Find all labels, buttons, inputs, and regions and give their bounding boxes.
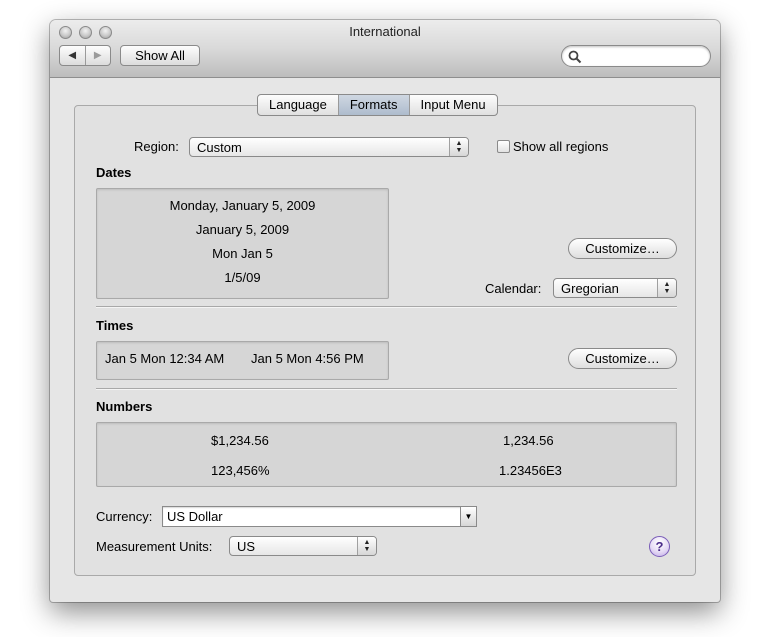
show-all-button[interactable]: Show All (120, 45, 200, 66)
dates-preview: Monday, January 5, 2009 January 5, 2009 … (96, 188, 389, 299)
popup-arrows-icon: ▲ ▼ (357, 537, 376, 555)
calendar-label: Calendar: (485, 281, 542, 296)
scientific-example: 1.23456E3 (499, 463, 562, 478)
tab-bar: Language Formats Input Menu (257, 94, 498, 116)
date-example-short-text: Mon Jan 5 (212, 246, 273, 261)
region-value: Custom (197, 140, 242, 155)
preferences-window: International ◀ ▶ Show All Language Form… (50, 20, 720, 602)
numbers-preview: $1,234.56 1,234.56 123,456% 1.23456E3 (96, 422, 677, 487)
tab-input-menu[interactable]: Input Menu (410, 95, 497, 115)
help-button[interactable]: ? (649, 536, 670, 557)
numbers-heading: Numbers (96, 399, 153, 414)
percent-example: 123,456% (211, 463, 270, 478)
time-example-medium: Jan 5 Mon 4:56 PM (251, 351, 364, 366)
popup-arrows-icon: ▲ ▼ (449, 138, 468, 156)
forward-arrow-icon: ▶ (93, 50, 102, 61)
times-customize-button[interactable]: Customize… (568, 348, 677, 369)
tab-language[interactable]: Language (258, 95, 339, 115)
popup-arrows-icon: ▲ ▼ (657, 279, 676, 297)
dates-heading: Dates (96, 165, 132, 180)
show-all-regions-checkbox[interactable] (497, 140, 510, 153)
measurement-label: Measurement Units: (96, 539, 213, 554)
time-example-short: Jan 5 Mon 12:34 AM (105, 351, 225, 366)
window-title: International (349, 24, 421, 39)
currency-combo[interactable]: US Dollar ▼ (162, 506, 477, 527)
show-all-regions-label: Show all regions (513, 139, 609, 154)
calendar-value: Gregorian (561, 281, 619, 296)
currency-value: US Dollar (167, 509, 223, 524)
region-popup[interactable]: Custom ▲ ▼ (189, 137, 469, 157)
forward-button[interactable]: ▶ (86, 46, 111, 65)
decimal-example: 1,234.56 (503, 433, 554, 448)
back-arrow-icon: ◀ (68, 50, 77, 61)
title-bar: International ◀ ▶ Show All (50, 20, 720, 78)
currency-example: $1,234.56 (211, 433, 269, 448)
navigation-buttons: ◀ ▶ (59, 45, 111, 66)
chevron-down-icon[interactable]: ▼ (460, 507, 476, 526)
region-label: Region: (134, 139, 179, 154)
date-example-medium: January 5, 2009 (195, 222, 290, 237)
calendar-popup[interactable]: Gregorian ▲ ▼ (553, 278, 677, 298)
search-field[interactable] (561, 45, 711, 67)
currency-label: Currency: (96, 509, 153, 524)
times-heading: Times (96, 318, 134, 333)
dates-customize-button[interactable]: Customize… (568, 238, 677, 259)
separator (96, 388, 677, 389)
measurement-popup[interactable]: US ▲ ▼ (229, 536, 377, 556)
separator (96, 306, 677, 307)
times-preview: Jan 5 Mon 12:34 AM Jan 5 Mon 4:56 PM (96, 341, 389, 380)
date-example-numeric: 1/5/09 (224, 270, 261, 285)
search-icon (568, 50, 582, 64)
date-example-long: Monday, January 5, 2009 (169, 198, 316, 213)
measurement-value: US (237, 539, 256, 554)
tab-formats[interactable]: Formats (338, 95, 410, 115)
back-button[interactable]: ◀ (60, 46, 86, 65)
